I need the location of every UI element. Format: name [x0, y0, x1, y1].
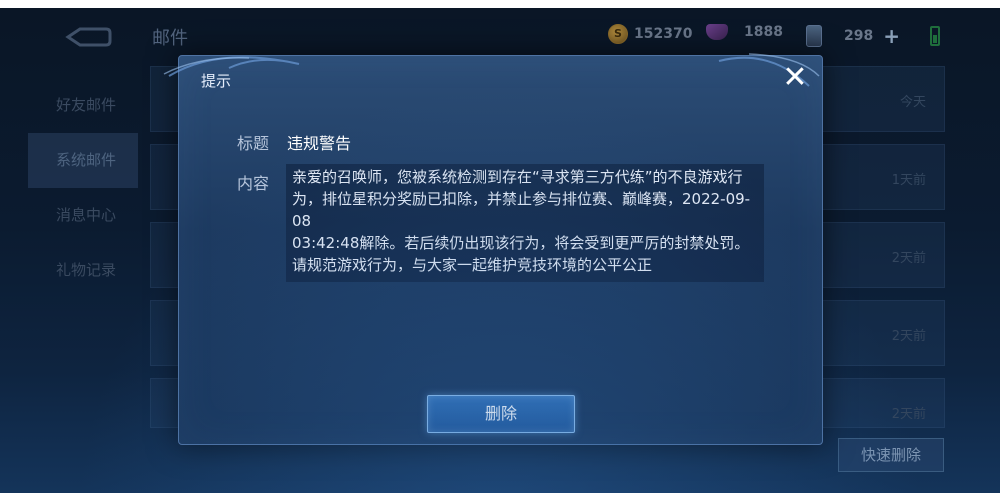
content-scroll-area[interactable]: 亲爱的召唤师，您被系统检测到存在“寻求第三方代练”的不良游戏行为，排位星积分奖励…: [286, 164, 764, 282]
mail-time: 2天前: [891, 407, 926, 422]
card-icon: [806, 25, 822, 47]
subject-value: 违规警告: [287, 134, 352, 153]
back-arrow-icon[interactable]: [62, 26, 112, 48]
gem-amount: 1888: [744, 24, 783, 40]
mail-time: 2天前: [891, 329, 926, 344]
sidebar-item-message-center[interactable]: 消息中心: [28, 188, 138, 243]
card-amount: 298: [844, 28, 874, 44]
game-screen: 邮件 S 152370 1888 298 + 好友邮件 系统邮件 消息中心 礼物…: [0, 8, 1000, 493]
battery-icon: [930, 26, 940, 46]
card-currency: 298 +: [806, 24, 900, 48]
gold-currency: S 152370: [608, 24, 692, 44]
mail-time: 今天: [899, 95, 926, 110]
sidebar-item-friend-mail[interactable]: 好友邮件: [28, 78, 138, 133]
content-text: 亲爱的召唤师，您被系统检测到存在“寻求第三方代练”的不良游戏行为，排位星积分奖励…: [292, 168, 751, 274]
close-icon[interactable]: ✕: [780, 63, 810, 94]
coin-icon: S: [608, 24, 628, 44]
gem-icon: [706, 24, 728, 40]
notice-dialog: 提示 ✕ 标题 违规警告 内容 亲爱的召唤师，您被系统检测到存在“寻求第三方代练…: [163, 53, 823, 445]
delete-button[interactable]: 删除: [427, 395, 575, 433]
plus-icon[interactable]: +: [883, 24, 900, 48]
content-label: 内容: [237, 174, 270, 193]
quick-delete-button[interactable]: 快速删除: [838, 438, 944, 472]
sidebar-item-gift-records[interactable]: 礼物记录: [28, 243, 138, 298]
mail-time: 1天前: [891, 173, 926, 188]
page-title: 邮件: [152, 28, 188, 49]
gem-currency: 1888: [706, 24, 783, 40]
sidebar: 好友邮件 系统邮件 消息中心 礼物记录: [28, 78, 138, 298]
mail-time: 2天前: [891, 251, 926, 266]
subject-label: 标题: [237, 134, 270, 153]
dialog-title: 提示: [201, 72, 232, 90]
gold-amount: 152370: [634, 26, 693, 42]
sidebar-item-system-mail[interactable]: 系统邮件: [28, 133, 138, 188]
dialog-ornament: [163, 53, 820, 87]
